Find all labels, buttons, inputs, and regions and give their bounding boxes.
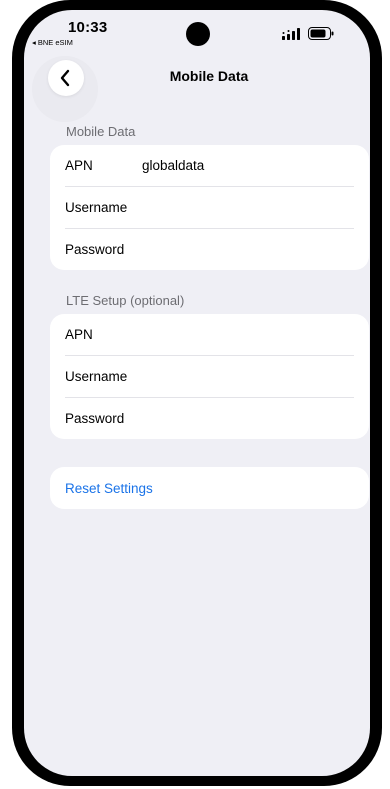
status-bar: 10:33 ◂ BNE eSIM (24, 10, 370, 54)
front-camera (186, 22, 210, 46)
section-label-lte-setup: LTE Setup (optional) (66, 293, 185, 308)
lte-setup-card: APN Username Password (50, 314, 369, 439)
mobile-data-card: APN globaldata Username Password (50, 145, 369, 270)
mobile-data-password-row[interactable]: Password (65, 229, 354, 270)
lte-apn-row[interactable]: APN (65, 314, 354, 356)
status-carrier: ◂ BNE eSIM (32, 38, 73, 47)
reset-settings-button[interactable]: Reset Settings (50, 467, 369, 509)
mobile-data-apn-input[interactable]: globaldata (142, 158, 204, 173)
screen: 10:33 ◂ BNE eSIM Mobile Data Mobile Data… (24, 10, 370, 776)
mobile-data-username-row[interactable]: Username (65, 187, 354, 229)
battery-icon (308, 27, 334, 40)
lte-username-row[interactable]: Username (65, 356, 354, 398)
phone-frame: 10:33 ◂ BNE eSIM Mobile Data Mobile Data… (12, 0, 382, 786)
page-title: Mobile Data (169, 68, 249, 84)
signal-icon (282, 28, 300, 40)
mobile-data-apn-row[interactable]: APN globaldata (65, 145, 354, 187)
mobile-data-apn-label: APN (65, 158, 93, 173)
mobile-data-username-label: Username (65, 200, 128, 215)
mobile-data-password-label: Password (65, 242, 125, 257)
lte-password-row[interactable]: Password (65, 398, 354, 439)
lte-username-label: Username (65, 369, 128, 384)
navigation-bar: Mobile Data (24, 56, 370, 122)
reset-settings-label: Reset Settings (65, 481, 153, 496)
section-label-mobile-data: Mobile Data (66, 124, 136, 139)
lte-apn-label: APN (65, 327, 93, 342)
lte-password-label: Password (65, 411, 125, 426)
status-time: 10:33 (68, 19, 108, 36)
